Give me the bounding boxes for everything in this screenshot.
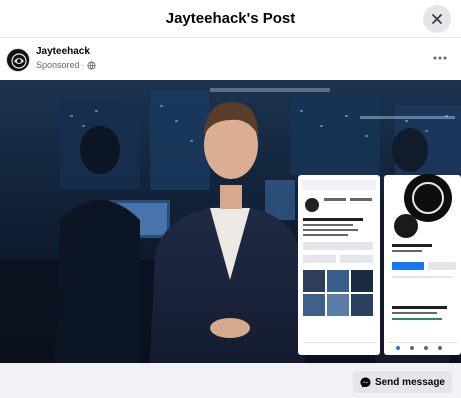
post-modal: Jayteehack's Post Jayteehack Sponsored · — [0, 0, 461, 398]
close-button[interactable] — [423, 5, 451, 33]
send-message-label: Send message — [374, 376, 445, 388]
meta-separator: · — [81, 60, 85, 70]
post-footer: Send message — [0, 363, 461, 398]
author-name[interactable]: Jayteehack — [36, 46, 90, 57]
close-icon — [432, 14, 442, 24]
post-meta: Sponsored · — [36, 60, 96, 70]
avatar[interactable] — [6, 48, 30, 72]
modal-header: Jayteehack's Post — [0, 0, 461, 38]
send-message-button[interactable]: Send message — [352, 371, 452, 393]
post-header: Jayteehack Sponsored · — [0, 40, 461, 80]
ad-video-thumbnail — [0, 80, 461, 363]
messenger-icon — [360, 376, 371, 388]
ellipsis-icon — [433, 56, 447, 60]
modal-title: Jayteehack's Post — [165, 10, 296, 27]
sponsored-label[interactable]: Sponsored — [36, 60, 80, 70]
more-options-button[interactable] — [431, 52, 449, 64]
ad-video[interactable] — [0, 80, 461, 363]
globe-icon — [86, 60, 96, 70]
